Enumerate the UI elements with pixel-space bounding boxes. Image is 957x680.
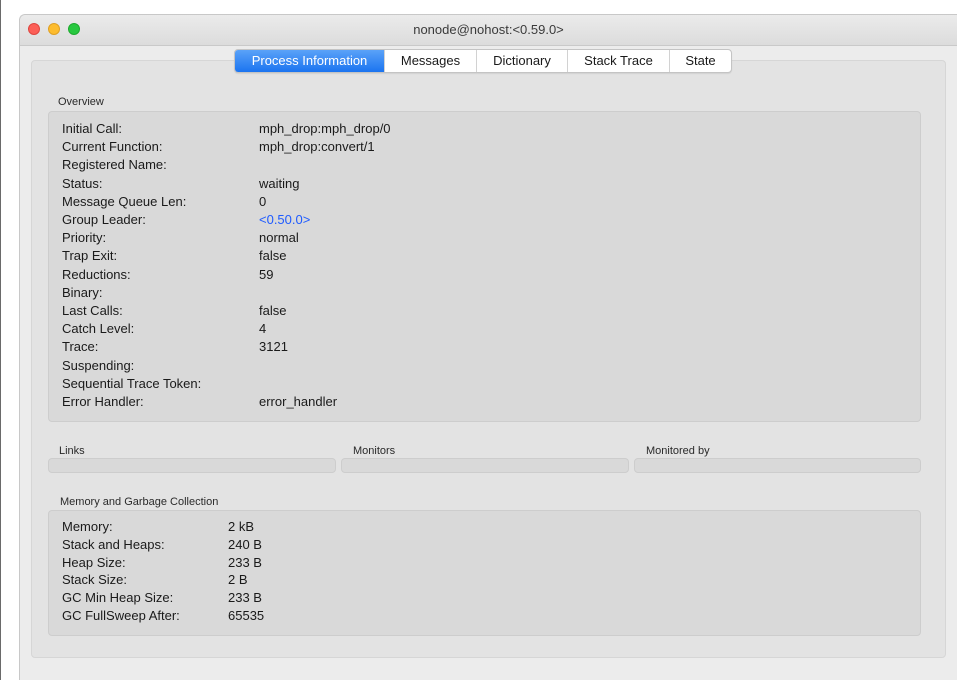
info-row: GC Min Heap Size: 233 B (62, 589, 902, 607)
info-value: error_handler (259, 394, 338, 409)
tab-bar: Process Information Messages Dictionary … (234, 49, 732, 73)
info-value: false (259, 303, 287, 318)
info-key: Message Queue Len: (62, 193, 187, 209)
info-value: 65535 (228, 608, 265, 623)
info-value: 2 B (228, 572, 248, 588)
tab-dictionary[interactable]: Dictionary (477, 50, 568, 72)
info-row: Stack and Heaps: 240 B (62, 536, 902, 554)
info-key: Registered Name: (62, 157, 167, 173)
info-key: Error Handler: (62, 394, 144, 409)
info-row: Trace: 3121 (62, 338, 902, 356)
info-row: Last Calls: false (62, 302, 902, 320)
links-label: Links (59, 445, 85, 457)
info-row: Heap Size: 233 B (62, 554, 902, 572)
info-key: Status: (62, 175, 103, 191)
info-key: Initial Call: (62, 121, 122, 136)
tab-messages[interactable]: Messages (385, 50, 477, 72)
info-key: Trace: (62, 339, 99, 355)
overview-group: Initial Call: mph_drop:mph_drop/0 Current … (48, 111, 921, 422)
monitors-label: Monitors (353, 445, 396, 457)
info-row: Error Handler: error_handler (62, 393, 902, 411)
memory-group: Memory: 2 kB Stack and Heaps: 240 B Heap Siz… (48, 510, 921, 636)
info-key: Current Function: (62, 139, 163, 155)
info-value: normal (259, 230, 299, 246)
info-row: GC FullSweep After: 65535 (62, 607, 902, 625)
info-value: 233 B (228, 554, 262, 570)
info-value: 0 (259, 193, 267, 209)
info-key: Heap Size: (62, 554, 126, 570)
window-title: nonode@nohost:<0.59.0> (413, 22, 564, 37)
info-value: 240 B (228, 536, 262, 552)
tab-stack-trace[interactable]: Stack Trace (568, 50, 670, 72)
info-value: 3121 (259, 339, 288, 355)
info-key: Group Leader: (62, 212, 146, 227)
info-key: Stack and Heaps: (62, 536, 165, 552)
info-value: waiting (259, 175, 300, 191)
info-key: Reductions: (62, 266, 131, 282)
info-row: Group Leader: <0.50.0> (62, 211, 902, 229)
process-info-window: nonode@nohost:<0.59.0> Overview Initial … (19, 14, 957, 680)
info-row: Status: waiting (62, 175, 902, 193)
title-bar[interactable]: nonode@nohost:<0.59.0> (20, 15, 957, 46)
info-row: Memory: 2 kB (62, 518, 902, 536)
screen-edge (0, 0, 1, 680)
info-row: Reductions: 59 (62, 266, 902, 284)
monitors-box[interactable] (341, 458, 629, 473)
info-key: Sequential Trace Token: (62, 375, 202, 391)
memory-section-label: Memory and Garbage Collection (60, 496, 219, 508)
monitored-by-box[interactable] (634, 458, 921, 473)
info-value: 233 B (228, 590, 262, 606)
info-row: Trap Exit: false (62, 247, 902, 265)
info-key: GC Min Heap Size: (62, 590, 174, 606)
info-row: Suspending: (62, 357, 902, 375)
info-row: Priority: normal (62, 229, 902, 247)
info-key: Suspending: (62, 357, 135, 373)
info-key: GC FullSweep After: (62, 608, 180, 623)
info-row: Sequential Trace Token: (62, 375, 902, 393)
info-key: Trap Exit: (62, 248, 118, 264)
info-key: Priority: (62, 230, 107, 246)
links-box[interactable] (48, 458, 336, 473)
info-row: Current Function: mph_drop:convert/1 (62, 138, 902, 156)
info-value-link[interactable]: <0.50.0> (259, 211, 310, 229)
tab-process-information[interactable]: Process Information (235, 50, 385, 72)
info-row: Registered Name: (62, 156, 902, 174)
info-key: Binary: (62, 284, 103, 300)
info-row: Message Queue Len: 0 (62, 193, 902, 211)
info-key: Stack Size: (62, 572, 128, 588)
info-key: Last Calls: (62, 303, 123, 318)
overview-section-label: Overview (58, 96, 104, 108)
info-key: Catch Level: (62, 321, 135, 337)
info-row: Stack Size: 2 B (62, 571, 902, 589)
info-value: mph_drop:convert/1 (259, 139, 375, 155)
tab-state[interactable]: State (670, 50, 731, 72)
info-value: 2 kB (228, 519, 255, 534)
info-value: false (259, 248, 287, 264)
info-key: Memory: (62, 519, 113, 534)
tab-content-panel: Overview Initial Call: mph_drop:mph_drop/… (31, 60, 946, 658)
info-row: Binary: (62, 284, 902, 302)
info-value: 4 (259, 321, 267, 337)
info-value: mph_drop:mph_drop/0 (259, 121, 391, 136)
monitored-by-label: Monitored by (646, 445, 710, 457)
info-row: Initial Call: mph_drop:mph_drop/0 (62, 120, 902, 138)
info-row: Catch Level: 4 (62, 320, 902, 338)
info-value: 59 (259, 266, 274, 282)
